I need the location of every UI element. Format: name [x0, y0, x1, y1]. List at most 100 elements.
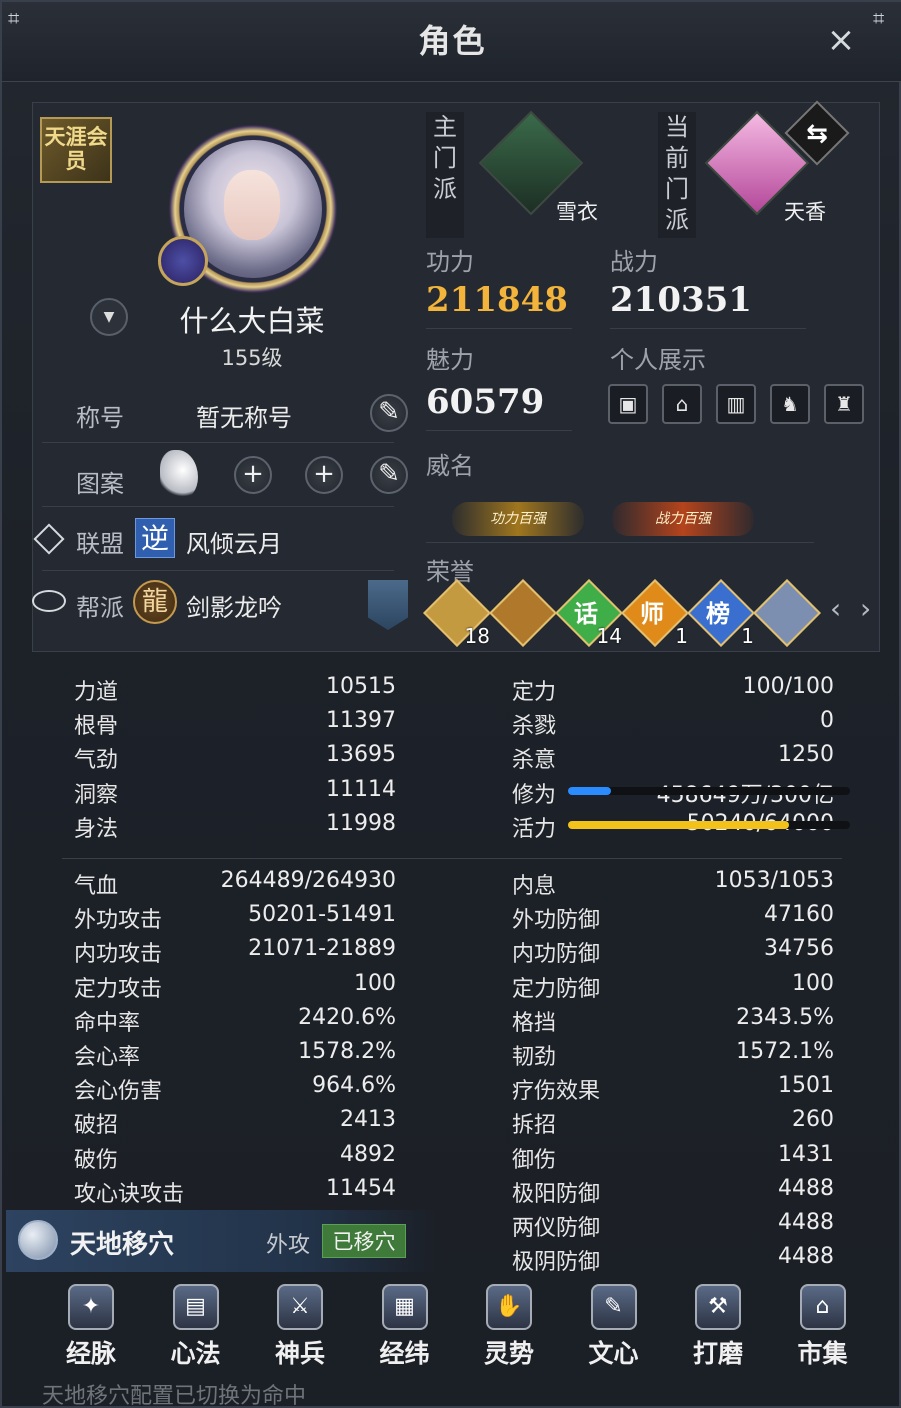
- attr-value: 100: [354, 970, 396, 996]
- attr-value: 47160: [764, 902, 834, 928]
- fame-badge-zhanli[interactable]: 战力百强: [612, 502, 754, 536]
- nav-button-3[interactable]: ▦ 经纬: [360, 1284, 450, 1374]
- attr-value: 13695: [326, 742, 396, 768]
- add-pattern-button[interactable]: +: [234, 456, 272, 494]
- add-pattern-button[interactable]: +: [305, 456, 343, 494]
- home-icon[interactable]: ⌂: [662, 384, 702, 424]
- skill-type: 外攻: [266, 1233, 311, 1258]
- attr-value: 100/100: [742, 674, 834, 699]
- divider: [426, 430, 572, 431]
- id-card-icon[interactable]: ▣: [608, 384, 648, 424]
- attr-value: 11998: [326, 810, 396, 836]
- corner-ornament-icon: ⌗: [873, 6, 885, 30]
- attr-value: 2420.6%: [298, 1004, 396, 1030]
- pattern-swirl-icon[interactable]: [160, 450, 198, 500]
- chevron-down-icon[interactable]: ▼: [90, 298, 128, 336]
- meili-label: 魅力: [426, 346, 474, 374]
- attr-value: 4488: [778, 1210, 834, 1235]
- honor-count: 1: [741, 624, 754, 648]
- weiming-label: 威名: [426, 452, 474, 480]
- main-sect-name: 雪衣: [556, 200, 598, 224]
- attr-label: 修为: [512, 782, 557, 808]
- attr-value: 1572.1%: [736, 1039, 834, 1064]
- mount-icon[interactable]: ♞: [770, 384, 810, 424]
- attr-value: 11397: [326, 708, 396, 734]
- outfit-icon[interactable]: ♜: [824, 384, 864, 424]
- nav-icon: ▦: [381, 1284, 428, 1330]
- zhanli-label: 战力: [610, 248, 658, 276]
- attr-label: 定力: [512, 680, 557, 705]
- attr-value: 50201-51491: [248, 902, 396, 928]
- attr-value: 260: [792, 1107, 834, 1133]
- attr-value: 4488: [778, 1175, 834, 1201]
- eye-icon[interactable]: [32, 590, 66, 612]
- attr-label: 破招: [74, 1113, 119, 1139]
- divider: [610, 328, 806, 329]
- honor-badge-icon: [489, 579, 557, 647]
- swap-icon[interactable]: ⇆: [794, 112, 840, 158]
- nav-button-6[interactable]: ⚒ 打磨: [673, 1284, 763, 1374]
- current-sect-label: 当前门派: [658, 112, 696, 238]
- attr-value: 1250: [778, 742, 834, 768]
- fame-badge-gongli[interactable]: 功力百强: [452, 502, 584, 536]
- edit-title-icon[interactable]: ✎: [370, 394, 408, 432]
- attr-label: 根骨: [74, 714, 119, 740]
- attr-label: 活力: [512, 816, 557, 842]
- guild-name[interactable]: 剑影龙吟: [186, 588, 282, 623]
- nav-label: 灵势: [483, 1339, 534, 1368]
- edit-pattern-icon[interactable]: ✎: [370, 456, 408, 494]
- nav-label: 经脉: [65, 1339, 116, 1368]
- nav-button-1[interactable]: ▤ 心法: [151, 1284, 241, 1374]
- huoli-bar-fill: [568, 821, 790, 829]
- attr-label: 内息: [512, 874, 557, 899]
- divider: [426, 542, 814, 543]
- attr-value: 34756: [764, 936, 834, 962]
- honor-badge[interactable]: [489, 579, 557, 647]
- meili-value: 60579: [426, 382, 545, 422]
- window-title: 角色: [418, 22, 487, 60]
- player-name: 什么大白菜: [179, 304, 325, 338]
- honor-badge[interactable]: [753, 579, 821, 647]
- attr-value: 964.6%: [312, 1073, 396, 1099]
- prev-page-icon[interactable]: ‹: [830, 592, 841, 625]
- close-icon[interactable]: ×: [823, 22, 859, 58]
- title-value: 暂无称号: [196, 404, 292, 432]
- attr-label: 洞察: [74, 782, 119, 808]
- xiuwei-bar-fill: [568, 787, 612, 795]
- attr-value: 1053/1053: [714, 868, 834, 893]
- nav-icon: ✋: [486, 1284, 532, 1330]
- attr-label: 身法: [74, 816, 119, 842]
- nav-button-7[interactable]: ⌂ 市集: [778, 1284, 868, 1374]
- nav-button-5[interactable]: ✎ 文心: [569, 1284, 659, 1374]
- nav-label: 经纬: [379, 1339, 430, 1368]
- divider: [42, 506, 394, 507]
- attr-value: 21071-21889: [248, 936, 396, 962]
- nav-label: 心法: [170, 1339, 221, 1368]
- honor-badge[interactable]: 师1: [621, 579, 689, 648]
- nav-label: 打磨: [692, 1339, 743, 1368]
- nav-button-0[interactable]: ✦ 经脉: [46, 1284, 136, 1374]
- current-sect-name: 天香: [784, 200, 826, 224]
- attr-value: 100: [792, 970, 834, 996]
- title-bar: ⌗ 角色 ⌗ ×: [2, 2, 901, 82]
- next-page-icon[interactable]: ›: [860, 592, 871, 625]
- attr-label: 气劲: [74, 748, 119, 774]
- nav-button-2[interactable]: ⚔ 神兵: [255, 1284, 345, 1374]
- attr-label: 韧劲: [512, 1045, 557, 1070]
- skill-status-button[interactable]: 已移穴: [322, 1224, 406, 1258]
- vip-badge[interactable]: 天涯会员: [40, 117, 112, 183]
- attr-label: 御伤: [512, 1147, 557, 1173]
- city-icon[interactable]: ▥: [716, 384, 756, 424]
- union-name[interactable]: 风倾云月: [186, 524, 282, 559]
- honor-badge[interactable]: 话 14: [555, 579, 623, 648]
- divider: [42, 570, 394, 571]
- nav-button-4[interactable]: ✋ 灵势: [464, 1284, 554, 1374]
- taiji-icon: [18, 1220, 58, 1260]
- pattern-label: 图案: [76, 470, 124, 498]
- nav-label: 文心: [588, 1339, 639, 1368]
- honor-badge[interactable]: 榜1: [687, 579, 755, 648]
- attr-value: 4892: [340, 1141, 396, 1167]
- attr-label: 格挡: [512, 1010, 557, 1036]
- system-message: 天地移穴配置已切换为命中: [42, 1384, 307, 1408]
- honor-badge[interactable]: 18: [423, 579, 491, 648]
